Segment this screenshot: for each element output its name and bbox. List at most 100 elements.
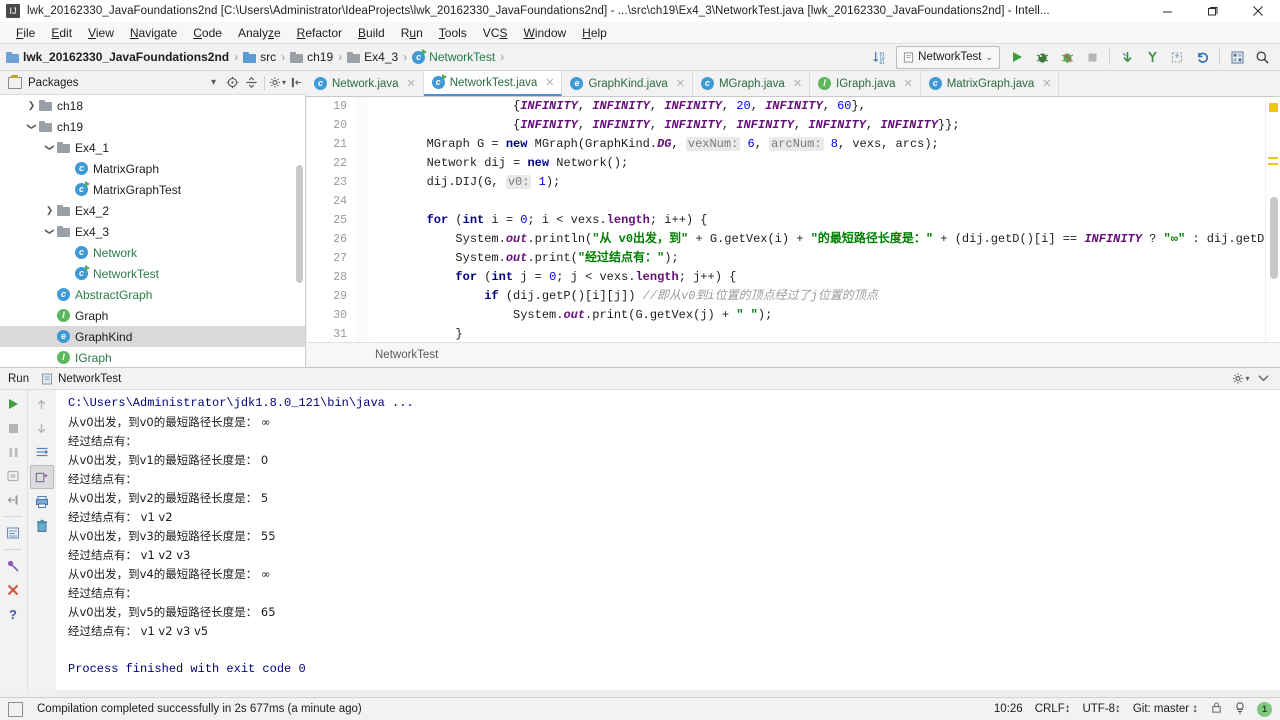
project-view-dropdown[interactable]: ▾ xyxy=(204,72,223,94)
search-everywhere-icon[interactable] xyxy=(1250,46,1274,68)
tree-node-graph[interactable]: I Graph xyxy=(0,305,305,326)
lock-icon[interactable] xyxy=(1210,701,1223,717)
line-separator-selector[interactable]: CRLF↕ xyxy=(1035,703,1071,715)
chevron-right-icon[interactable]: ❯ xyxy=(26,100,37,111)
marker-gutter[interactable] xyxy=(1265,97,1280,342)
project-tree-scrollbar[interactable] xyxy=(296,165,303,283)
notification-badge[interactable]: 1 xyxy=(1257,701,1272,717)
scroll-from-source-icon[interactable] xyxy=(223,72,242,94)
chevron-down-icon[interactable]: ❯ xyxy=(26,121,37,132)
project-structure-icon[interactable] xyxy=(1225,46,1249,68)
close-button[interactable] xyxy=(1235,0,1280,22)
run-window-gear-icon[interactable]: ▾ xyxy=(1230,368,1252,389)
run-icon[interactable] xyxy=(1005,46,1029,68)
pin-tab-icon[interactable] xyxy=(2,555,24,577)
breadcrumb-item-lwk-20162330-javafoundations2nd[interactable]: lwk_20162330_JavaFoundations2nd xyxy=(6,50,229,64)
encoding-selector[interactable]: UTF-8↕ xyxy=(1082,703,1120,715)
menu-item-edit[interactable]: Edit xyxy=(43,24,80,42)
run-with-coverage-icon[interactable] xyxy=(1055,46,1079,68)
editor-scrollbar[interactable] xyxy=(1270,197,1278,279)
run-tab-networktest[interactable]: NetworkTest xyxy=(41,373,121,385)
stop-icon[interactable] xyxy=(2,417,24,439)
chevron-down-icon[interactable]: ❯ xyxy=(44,226,55,237)
gear-icon[interactable]: ▾ xyxy=(268,72,287,94)
soft-wrap-icon[interactable] xyxy=(2,522,24,544)
event-log-icon[interactable] xyxy=(8,701,23,717)
editor-tab-graphkind-java[interactable]: e GraphKind.java ✕ xyxy=(562,71,693,96)
breadcrumb-item-ex4-3[interactable]: Ex4_3 xyxy=(347,50,398,64)
close-icon[interactable]: ✕ xyxy=(545,76,554,89)
collapse-all-icon[interactable] xyxy=(242,72,261,94)
maximize-button[interactable] xyxy=(1190,0,1235,22)
breadcrumb-item-ch19[interactable]: ch19 xyxy=(290,50,333,64)
close-icon[interactable]: ✕ xyxy=(903,77,912,90)
breadcrumb-item-networktest[interactable]: c NetworkTest xyxy=(412,48,495,64)
dump-threads-icon[interactable] xyxy=(2,465,24,487)
tree-node-igraph[interactable]: I IGraph xyxy=(0,347,305,367)
vcs-push-icon[interactable] xyxy=(1165,46,1189,68)
tree-node-ex4-3[interactable]: ❯ Ex4_3 xyxy=(0,221,305,242)
menu-item-vcs[interactable]: VCS xyxy=(475,24,516,42)
print-icon[interactable] xyxy=(31,491,53,513)
menu-item-code[interactable]: Code xyxy=(185,24,230,42)
breadcrumb-item-src[interactable]: src xyxy=(243,50,276,64)
menu-item-file[interactable]: File xyxy=(8,24,43,42)
vcs-update-icon[interactable] xyxy=(1115,46,1139,68)
down-arrow-icon[interactable] xyxy=(31,417,53,439)
editor-tab-network-java[interactable]: c Network.java ✕ xyxy=(306,71,424,96)
chevron-down-icon[interactable]: ❯ xyxy=(44,142,55,153)
git-branch-selector[interactable]: Git: master ↕ xyxy=(1133,703,1198,715)
code-editor[interactable]: 19 20 21 22 23 24 25 26 27 28 29 30 31 {INFINITY, IN… xyxy=(307,97,1280,342)
stop-icon[interactable] xyxy=(1080,46,1104,68)
change-marker-1[interactable] xyxy=(1268,157,1278,159)
close-icon[interactable]: ✕ xyxy=(793,77,802,90)
menu-item-tools[interactable]: Tools xyxy=(431,24,475,42)
run-window-hide-icon[interactable] xyxy=(1252,368,1274,389)
pause-icon[interactable] xyxy=(2,441,24,463)
tree-node-matrixgraph[interactable]: c MatrixGraph xyxy=(0,158,305,179)
soft-wrap-lines-icon[interactable] xyxy=(31,441,53,463)
menu-item-navigate[interactable]: Navigate xyxy=(122,24,185,42)
revert-icon[interactable] xyxy=(1190,46,1214,68)
inspection-icon[interactable] xyxy=(1233,701,1247,718)
menu-item-window[interactable]: Window xyxy=(515,24,574,42)
sort-numeric-icon[interactable]: 01 10 01 xyxy=(867,46,891,68)
rerun-icon[interactable] xyxy=(2,393,24,415)
menu-item-run[interactable]: Run xyxy=(393,24,431,42)
close-icon[interactable]: ✕ xyxy=(1042,77,1051,90)
restore-layout-icon[interactable] xyxy=(2,489,24,511)
close-icon[interactable] xyxy=(2,579,24,601)
editor-tab-matrixgraph-java[interactable]: c MatrixGraph.java ✕ xyxy=(921,71,1060,96)
code-content[interactable]: {INFINITY, INFINITY, INFINITY, 20, INFIN… xyxy=(369,97,1280,342)
up-arrow-icon[interactable] xyxy=(31,393,53,415)
menu-item-view[interactable]: View xyxy=(80,24,122,42)
editor-tab-networktest-java[interactable]: c NetworkTest.java ✕ xyxy=(423,71,563,96)
tree-node-ch18[interactable]: ❯ ch18 xyxy=(0,95,305,116)
trash-icon[interactable] xyxy=(31,515,53,537)
tree-node-ch19[interactable]: ❯ ch19 xyxy=(0,116,305,137)
run-console-output[interactable]: C:\Users\Administrator\jdk1.8.0_121\bin\… xyxy=(56,390,1280,690)
editor-tab-igraph-java[interactable]: I IGraph.java ✕ xyxy=(810,71,921,96)
menu-item-build[interactable]: Build xyxy=(350,24,393,42)
tree-node-networktest[interactable]: c NetworkTest xyxy=(0,263,305,284)
debug-icon[interactable] xyxy=(1030,46,1054,68)
hide-panel-icon[interactable] xyxy=(287,72,306,94)
scroll-to-end-icon[interactable] xyxy=(29,465,54,489)
tree-node-ex4-2[interactable]: ❯ Ex4_2 xyxy=(0,200,305,221)
menu-item-analyze[interactable]: Analyze xyxy=(230,24,289,42)
minimize-button[interactable] xyxy=(1145,0,1190,22)
menu-item-refactor[interactable]: Refactor xyxy=(289,24,350,42)
menu-item-help[interactable]: Help xyxy=(574,24,615,42)
help-icon[interactable]: ? xyxy=(2,603,24,625)
run-configuration-selector[interactable]: NetworkTest ⌄ xyxy=(896,45,1000,69)
chevron-right-icon[interactable]: ❯ xyxy=(44,205,55,216)
tree-node-abstractgraph[interactable]: c AbstractGraph xyxy=(0,284,305,305)
change-marker-2[interactable] xyxy=(1268,163,1278,165)
tree-node-graphkind[interactable]: e GraphKind xyxy=(0,326,305,347)
tree-node-matrixgraphtest[interactable]: c MatrixGraphTest xyxy=(0,179,305,200)
vcs-commit-icon[interactable] xyxy=(1140,46,1164,68)
code-folding-gutter[interactable] xyxy=(355,97,369,342)
editor-tab-mgraph-java[interactable]: c MGraph.java ✕ xyxy=(693,71,811,96)
tree-node-network[interactable]: c Network xyxy=(0,242,305,263)
warning-marker[interactable] xyxy=(1269,103,1278,112)
